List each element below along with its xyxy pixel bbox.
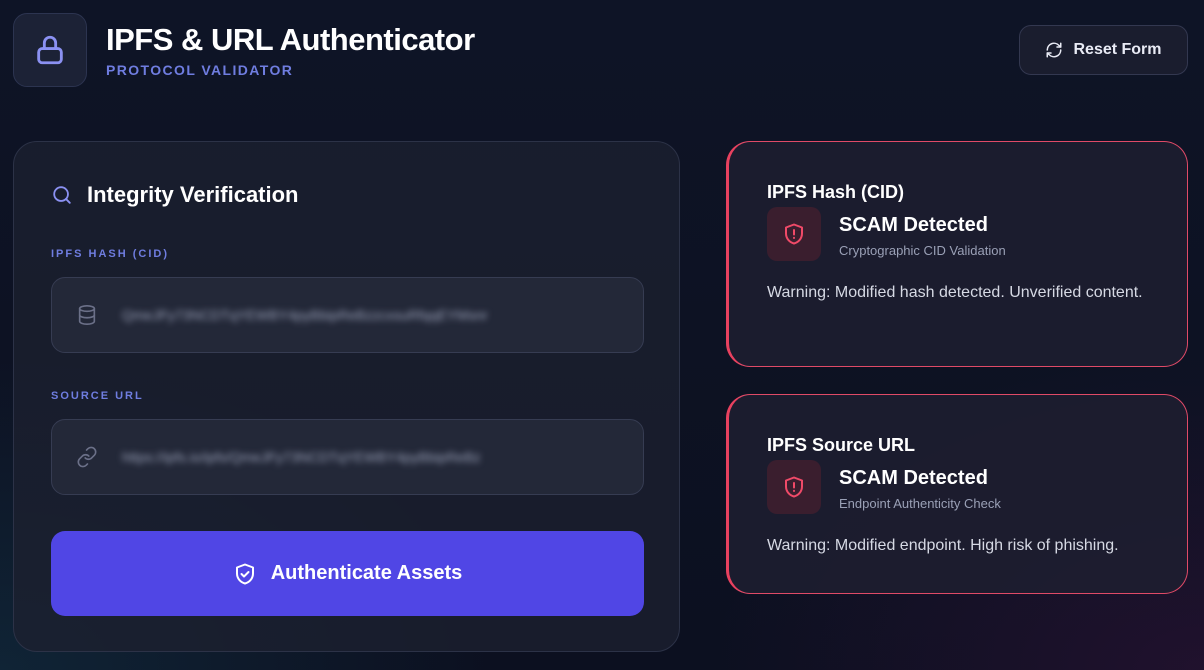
hash-field-label: IPFS HASH (CID) [51,248,169,260]
reset-form-label: Reset Form [1073,41,1162,58]
panel-title: Integrity Verification [51,182,299,208]
result-heading: IPFS Hash (CID) [767,182,905,202]
database-icon [78,305,96,325]
authenticate-button[interactable]: Authenticate Assets [51,531,644,616]
authenticate-label: Authenticate Assets [270,562,463,584]
url-field-label: SOURCE URL [51,390,144,402]
result-message: Warning: Modified hash detected. Unverif… [767,284,1143,301]
app-logo [13,13,87,87]
panel-title-label: Integrity Verification [87,182,299,207]
result-check-name: Endpoint Authenticity Check [839,496,1001,511]
link-icon [77,446,97,468]
result-status: SCAM Detected [839,214,988,236]
url-field[interactable] [51,419,644,495]
app-title: IPFS & URL Authenticator [106,22,475,57]
search-icon [53,186,71,204]
alert-badge [767,207,821,261]
verification-panel: Integrity Verification IPFS HASH (CID) S… [13,141,680,652]
result-heading: IPFS Source URL [767,435,916,455]
app-subtitle: PROTOCOL VALIDATOR [106,62,294,78]
shield-check-icon [235,563,254,584]
hash-field[interactable] [51,277,644,353]
result-status: SCAM Detected [839,467,988,489]
hash-result-card: IPFS Hash (CID) SCAM Detected Cryptograp… [726,141,1188,367]
url-result-card: IPFS Source URL SCAM Detected Endpoint A… [726,394,1188,594]
alert-badge [767,460,821,514]
shield-alert-icon [785,223,803,245]
shield-alert-icon [785,476,803,498]
url-input[interactable] [122,420,643,494]
refresh-icon [1046,42,1062,58]
lock-icon [37,35,63,65]
result-check-name: Cryptographic CID Validation [839,243,1006,258]
reset-form-button[interactable]: Reset Form [1019,25,1188,75]
hash-input[interactable] [122,278,643,352]
result-message: Warning: Modified endpoint. High risk of… [767,537,1119,554]
